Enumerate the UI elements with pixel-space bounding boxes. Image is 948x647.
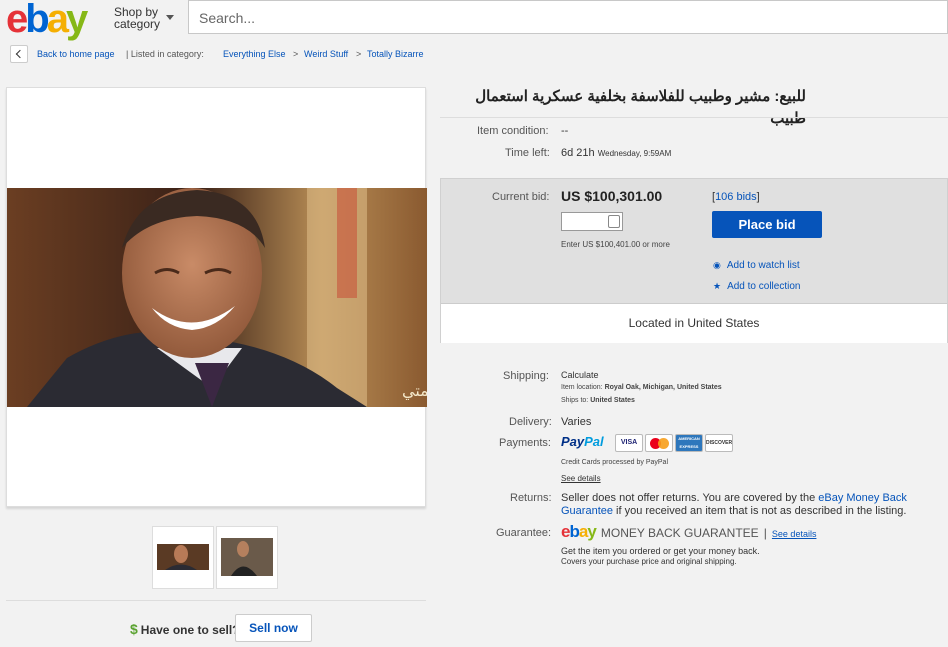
place-bid-button[interactable]: Place bid [712, 211, 822, 238]
thumbnail-2[interactable] [216, 526, 278, 589]
ships-to: Ships to: United States [561, 397, 635, 404]
shop-by-category-button[interactable]: Shop by category [114, 6, 160, 30]
logo-letter-e: e [6, 0, 28, 41]
mbg-separator: | [763, 526, 767, 540]
breadcrumb-item-totally-bizarre[interactable]: Totally Bizarre [367, 45, 424, 63]
location-strip: Located in United States [441, 303, 947, 343]
item-location-label: Item location: [561, 384, 603, 391]
have-one-to-sell: $ Have one to sell? [130, 621, 240, 637]
image-viewer[interactable]: كلمتي [6, 87, 427, 507]
guarantee-label: Guarantee: [496, 527, 552, 539]
ships-to-value: United States [590, 397, 635, 404]
returns-text2: if you received an item that is not as d… [616, 505, 907, 517]
discover-card-icon: DISCOVER [705, 434, 733, 452]
add-to-watch-list[interactable]: ◉ Add to watch list [713, 260, 800, 271]
search-input[interactable]: Search... [188, 0, 948, 34]
bid-amount-input[interactable] [561, 212, 623, 231]
mastercard-card-icon [645, 434, 673, 452]
thumbnail-1[interactable] [152, 526, 214, 589]
shipping-label: Shipping: [503, 370, 549, 382]
item-condition-value: -- [561, 125, 569, 137]
item-condition-label: Item condition: [477, 125, 549, 137]
bid-hint: Enter US $100,401.00 or more [561, 240, 670, 249]
logo-letter-b: b [25, 0, 50, 41]
bids-link[interactable]: 106 bids [715, 191, 757, 203]
delivery-label: Delivery: [509, 416, 552, 428]
shop-by-line2: category [114, 17, 161, 31]
time-left-detail: Wednesday, 9:59AM [597, 149, 672, 158]
guarantee-line1: Get the item you ordered or get your mon… [561, 546, 760, 556]
divider [6, 600, 426, 601]
amex-card-icon: AMERICAN EXPRESS [675, 434, 703, 452]
listed-in-label: | Listed in category: [126, 49, 204, 59]
mbg-see-details-link[interactable]: See details [772, 529, 817, 539]
logo-letter-a: a [46, 0, 69, 41]
item-location-value: Royal Oak, Michigan, United States [604, 384, 722, 391]
divider [440, 117, 948, 118]
dollar-icon: $ [130, 621, 138, 637]
current-bid-label: Current bid: [492, 191, 550, 203]
bids-close-bracket: ] [756, 191, 760, 203]
item-photo[interactable]: كلمتي [7, 188, 427, 407]
guarantee-link[interactable]: Guarantee [561, 505, 613, 517]
time-left-label: Time left: [505, 147, 550, 159]
bids-count: [106 bids] [712, 191, 760, 203]
chevron-down-icon[interactable] [166, 15, 174, 20]
breadcrumb-separator: > [293, 49, 299, 59]
item-location: Item location: Royal Oak, Michigan, Unit… [561, 384, 722, 391]
returns-policy: Seller does not offer returns. You are c… [561, 492, 921, 518]
eye-icon: ◉ [713, 260, 721, 270]
breadcrumb-item-everything-else[interactable]: Everything Else [223, 45, 286, 63]
shipping-calculate-link[interactable]: Calculate [561, 370, 599, 380]
visa-card-icon: VISA [615, 434, 643, 452]
time-left-value: 6d 21h Wednesday, 9:59AM [561, 147, 671, 159]
current-bid-value: US $100,301.00 [561, 188, 663, 204]
cc-note: Credit Cards processed by PayPal [561, 459, 668, 466]
located-in: Located in United States [628, 316, 760, 330]
returns-text1: Seller does not offer returns. You are c… [561, 492, 816, 504]
ebay-small-logo: ebay [561, 522, 597, 541]
watch-list-label: Add to watch list [726, 260, 800, 271]
paypal-pay: Pay [561, 434, 585, 449]
paypal-logo: PayPal [561, 434, 604, 449]
returns-label: Returns: [510, 492, 552, 504]
header: ebay Shop by category Search... [0, 0, 948, 41]
star-icon: ★ [713, 281, 722, 291]
collection-label: Add to collection [727, 281, 801, 292]
breadcrumb-item-weird-stuff[interactable]: Weird Stuff [304, 45, 348, 63]
payments-label: Payments: [499, 437, 551, 449]
sell-now-button[interactable]: Sell now [235, 614, 312, 642]
keyboard-icon [608, 215, 620, 228]
search-placeholder: Search... [199, 10, 256, 26]
back-to-home-link[interactable]: Back to home page [37, 45, 115, 63]
photo-watermark: كلمتي [402, 381, 427, 401]
add-to-collection[interactable]: ★ Add to collection [713, 281, 800, 292]
see-details-link[interactable]: See details [561, 474, 601, 483]
logo-letter-y: y [65, 0, 88, 41]
time-left-remaining: 6d 21h [561, 147, 595, 159]
money-back-guarantee-logo: ebay MONEY BACK GUARANTEE | See details [561, 522, 816, 542]
paypal-pal: Pal [584, 434, 604, 449]
money-back-link[interactable]: eBay Money Back [818, 492, 907, 504]
ebay-logo[interactable]: ebay [6, 0, 88, 41]
guarantee-line2: Covers your purchase price and original … [561, 557, 737, 566]
breadcrumb-separator: > [356, 49, 362, 59]
have-one-label: Have one to sell? [140, 623, 240, 637]
portrait-photo: كلمتي [7, 188, 427, 407]
ships-to-label: Ships to: [561, 397, 589, 404]
delivery-value: Varies [561, 416, 592, 428]
back-arrow-icon[interactable] [10, 45, 28, 63]
mbg-label: MONEY BACK GUARANTEE [600, 526, 759, 540]
item-title: للبيع: مشير وطبيب للفلاسفة بخلفية عسكرية… [475, 88, 806, 127]
